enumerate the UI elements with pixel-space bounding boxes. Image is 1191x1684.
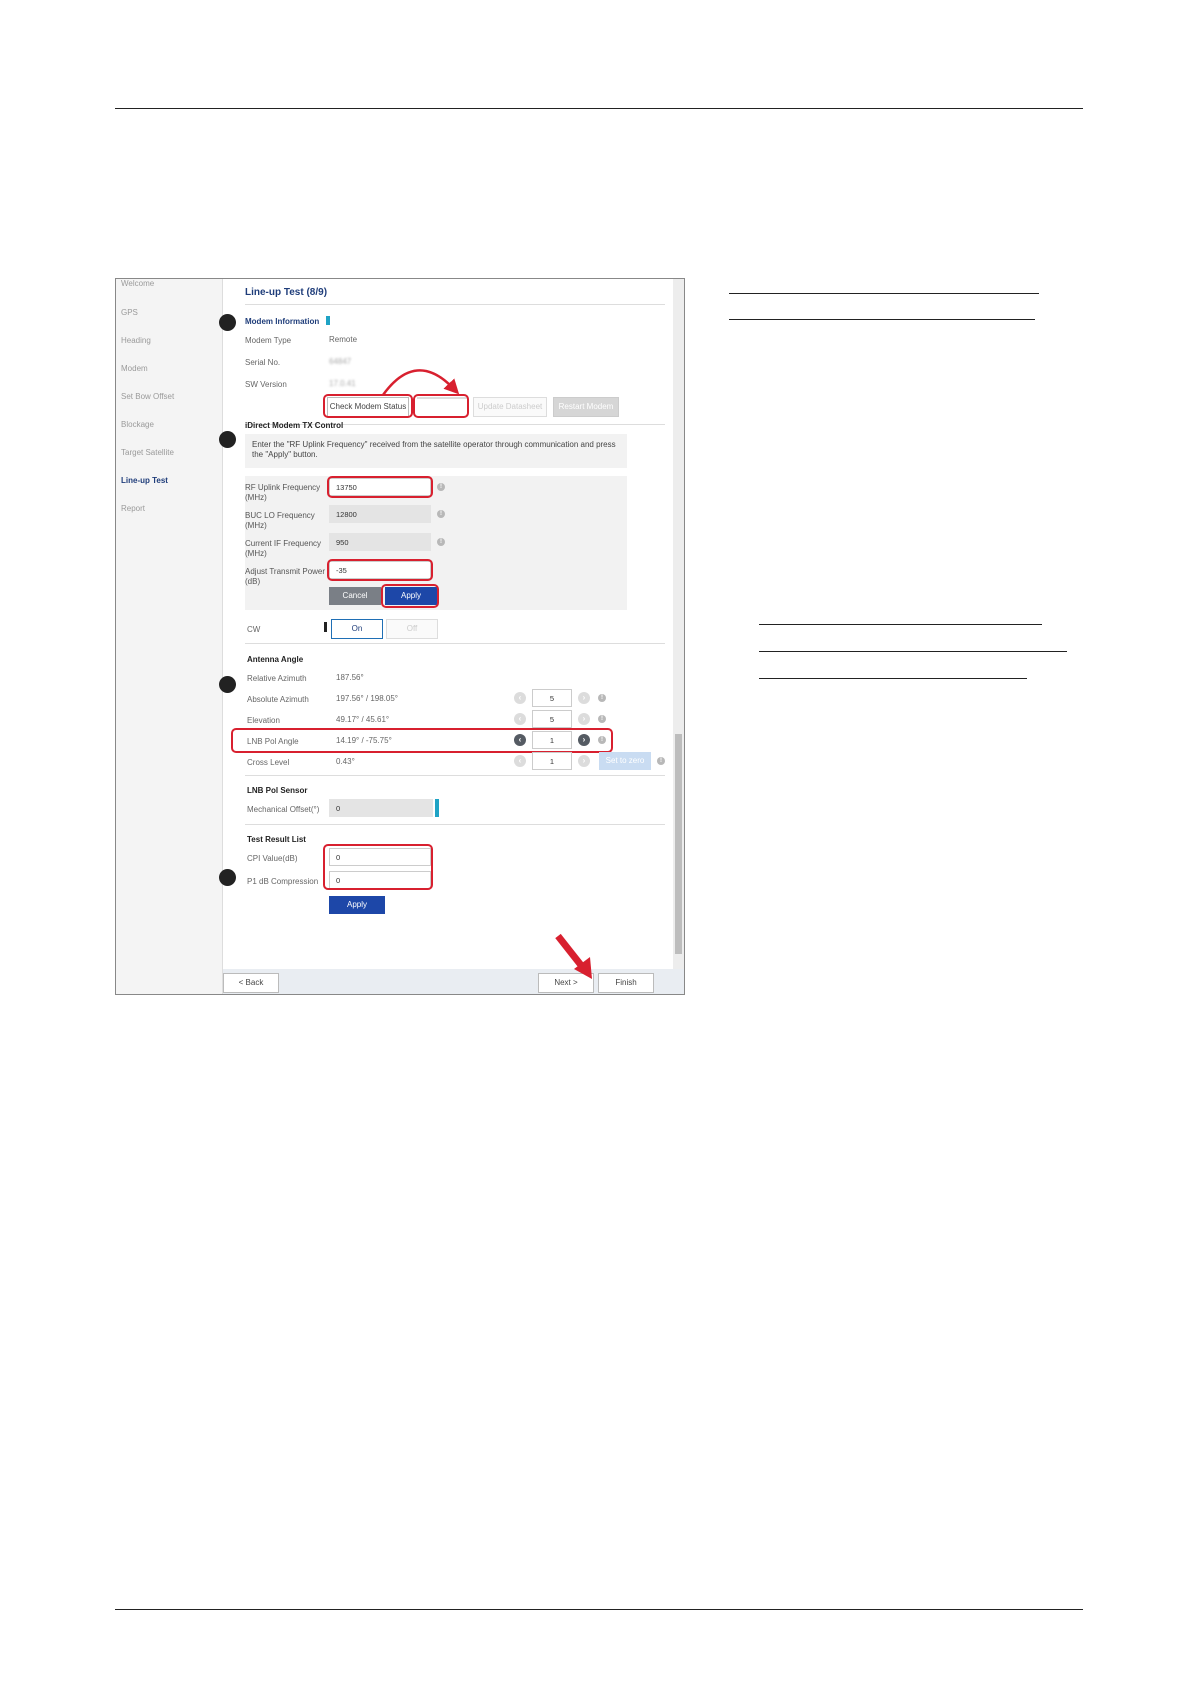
text-underline (759, 651, 1067, 652)
screenshot-frame: Welcome GPS Heading Modem Set Bow Offset… (115, 278, 685, 995)
annotation-arrows (381, 369, 592, 979)
text-underline (729, 319, 1035, 320)
curved-arrow-icon (381, 369, 460, 396)
text-underline (759, 624, 1042, 625)
arrow-icon (555, 933, 587, 972)
page-footer-rule (115, 1609, 1083, 1610)
text-underline (729, 293, 1039, 294)
text-underline (759, 678, 1027, 679)
page-header-rule (115, 108, 1083, 109)
